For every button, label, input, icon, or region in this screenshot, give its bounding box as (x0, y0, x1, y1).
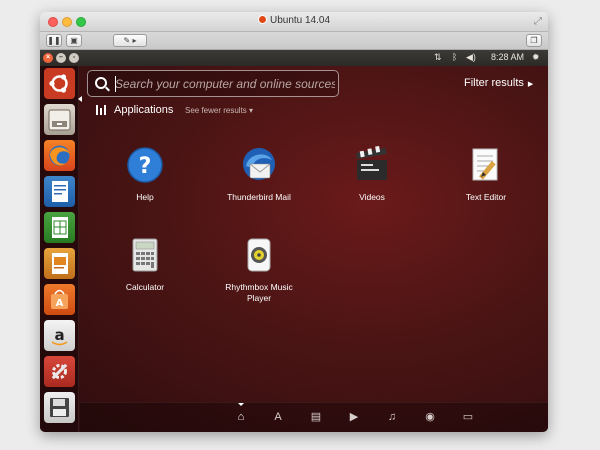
vm-window: Ubuntu 14.04 ⤢ ❚❚ ▣ ✎ ▸ ❐ × – ▫ ⇅ ᛒ ◀) 8… (40, 12, 548, 432)
dash-maximize-button[interactable]: ▫ (69, 53, 79, 63)
writer-icon[interactable] (44, 176, 75, 207)
amazon-icon[interactable]: a (44, 320, 75, 351)
firefox-icon[interactable] (44, 140, 75, 171)
firefox-globe-icon (49, 145, 70, 166)
ubuntu-dash-icon[interactable] (44, 68, 75, 99)
active-lens-indicator (238, 403, 244, 406)
search-box[interactable] (87, 70, 339, 97)
app-label: Thunderbird Mail (227, 192, 291, 202)
app-thunderbird-mail[interactable]: Thunderbird Mail (214, 146, 304, 203)
save-floppy-icon[interactable] (44, 392, 75, 423)
app-label: Videos (359, 192, 385, 202)
app-calculator[interactable]: Calculator (100, 236, 190, 293)
system-settings-icon[interactable] (44, 356, 75, 387)
clock[interactable]: 8:28 AM (491, 52, 524, 62)
text-cursor (115, 76, 116, 92)
pause-button[interactable]: ❚❚ (46, 34, 62, 47)
videos-icon (353, 145, 391, 184)
volume-icon[interactable]: ◀) (466, 52, 476, 63)
see-fewer-results-button[interactable]: See fewer results ▾ (185, 106, 253, 115)
top-panel: × – ▫ ⇅ ᛒ ◀) 8:28 AM ✹ (40, 50, 548, 66)
search-input[interactable] (115, 75, 335, 93)
snapshot-icon: ▣ (70, 36, 78, 45)
fullscreen-icon[interactable]: ⤢ (534, 16, 542, 27)
ubuntu-screen: × – ▫ ⇅ ᛒ ◀) 8:28 AM ✹ A a Search your c… (40, 50, 548, 432)
network-updown-icon[interactable]: ⇅ (434, 52, 442, 63)
chevron-right-icon: ▶ (527, 81, 534, 88)
calculator-icon (126, 236, 164, 274)
app-label: Text Editor (465, 192, 507, 202)
window-title: Ubuntu 14.04 (269, 15, 331, 26)
app-label: Rhythmbox Music Player (225, 282, 293, 303)
impress-icon[interactable] (44, 248, 75, 279)
lens-bar: ⌂ A ▤ ▶ ♫ ◉ ▭ (80, 402, 548, 432)
app-label: Help (136, 192, 154, 202)
launcher-active-arrow (78, 96, 82, 102)
bluetooth-icon[interactable]: ᛒ (452, 52, 457, 62)
svg-text:a: a (54, 326, 64, 344)
document-icon (52, 181, 68, 202)
wrench-gear-icon (51, 363, 68, 380)
filter-results-button[interactable]: Filter results ▶ (464, 77, 533, 89)
dash-close-button[interactable]: × (43, 53, 53, 63)
shopping-bag-icon: A (51, 289, 68, 309)
floppy-disk-icon (50, 398, 69, 417)
titlebar: Ubuntu 14.04 ⤢ (40, 12, 548, 32)
dash-minimize-button[interactable]: – (56, 53, 66, 63)
ubuntu-title-icon (257, 15, 267, 24)
svg-text:?: ? (139, 154, 152, 179)
amazon-logo-icon: a (51, 326, 68, 346)
wrench-icon: ✎ ▸ (123, 36, 137, 45)
pause-icon: ❚❚ (47, 36, 61, 45)
app-help[interactable]: ? Help (100, 146, 190, 203)
thunderbird-icon (240, 146, 278, 184)
windows-button[interactable]: ❐ (526, 34, 542, 47)
category-title: Applications (114, 104, 174, 116)
svg-text:A: A (56, 298, 64, 309)
launcher: A a (40, 66, 82, 432)
spreadsheet-icon (52, 217, 68, 238)
settings-button[interactable]: ✎ ▸ (113, 34, 147, 47)
search-icon (95, 77, 107, 89)
vm-toolbar: ❚❚ ▣ ✎ ▸ ❐ (40, 32, 548, 50)
text-editor-icon (467, 146, 505, 184)
windows-icon: ❐ (530, 36, 538, 45)
home-lens-icon[interactable]: ⌂ (234, 410, 248, 424)
files-lens-icon[interactable]: ▤ (309, 410, 323, 424)
gear-icon[interactable]: ✹ (532, 52, 540, 63)
drawer-icon (48, 109, 71, 131)
music-lens-icon[interactable]: ♫ (385, 410, 399, 424)
presentation-icon (52, 253, 68, 274)
calc-spreadsheet-icon[interactable] (44, 212, 75, 243)
snapshot-button[interactable]: ▣ (66, 34, 82, 47)
ubuntu-logo-icon (49, 74, 68, 93)
app-text-editor[interactable]: Text Editor (441, 146, 531, 203)
applications-lens-icon[interactable]: A (271, 410, 285, 424)
applications-category-icon (96, 105, 106, 115)
photos-lens-icon[interactable]: ◉ (423, 410, 437, 424)
rhythmbox-icon (240, 236, 278, 274)
app-videos[interactable]: Videos (327, 145, 417, 203)
social-lens-icon[interactable]: ▭ (461, 410, 475, 424)
filter-results-label: Filter results (464, 77, 524, 89)
files-icon[interactable] (44, 104, 75, 135)
app-label: Calculator (125, 282, 165, 292)
video-lens-icon[interactable]: ▶ (347, 410, 361, 424)
app-rhythmbox-music-player[interactable]: Rhythmbox Music Player (214, 236, 304, 304)
software-center-icon[interactable]: A (44, 284, 75, 315)
help-icon: ? (126, 146, 164, 184)
see-fewer-results-label: See fewer results (185, 106, 247, 115)
window-title-wrap: Ubuntu 14.04 (40, 15, 548, 26)
